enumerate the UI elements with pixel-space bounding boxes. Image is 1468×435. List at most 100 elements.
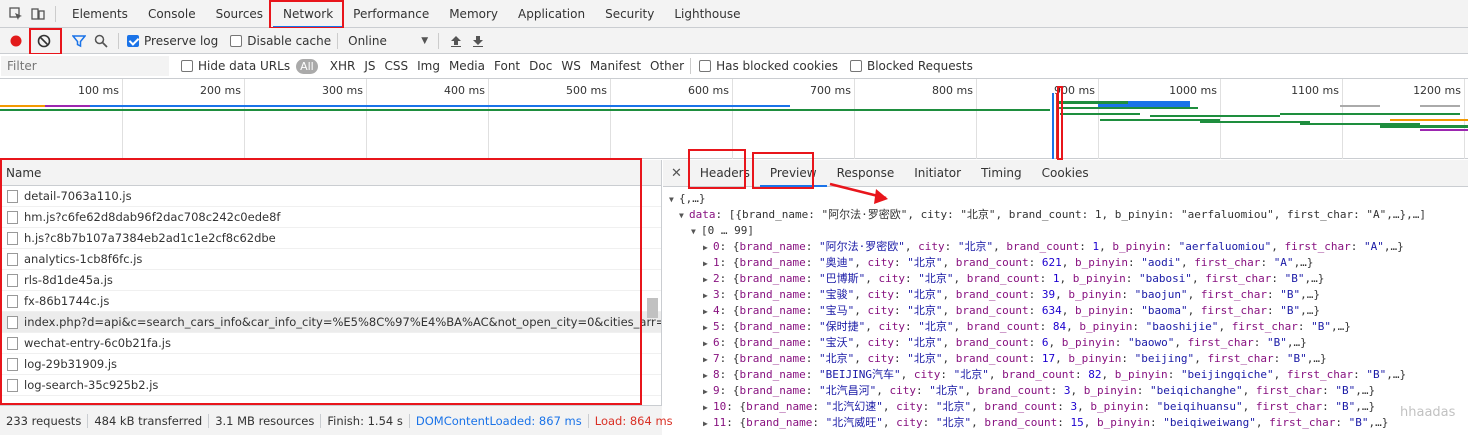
scrollbar-thumb[interactable] xyxy=(647,298,658,318)
filter-type-xhr[interactable]: XHR xyxy=(330,59,356,73)
throttle-select[interactable]: Online ▼ xyxy=(348,34,428,48)
filter-type-doc[interactable]: Doc xyxy=(529,59,552,73)
divider xyxy=(438,32,440,49)
filter-type-ws[interactable]: WS xyxy=(561,59,580,73)
divider xyxy=(690,58,692,74)
highlight-network-tab xyxy=(269,0,344,29)
request-count: 233 requests xyxy=(0,413,89,428)
filter-type-js[interactable]: JS xyxy=(364,59,375,73)
json-item-row[interactable]: ▶ 11: {brand_name: "北汽威旺", city: "北京", br… xyxy=(663,415,1468,431)
throttle-value: Online xyxy=(348,33,387,48)
filter-type-img[interactable]: Img xyxy=(417,59,440,73)
record-icon[interactable] xyxy=(5,30,27,52)
import-har-icon[interactable] xyxy=(445,30,467,52)
hide-data-urls-checkbox[interactable]: Hide data URLs xyxy=(181,59,290,73)
filter-type-all[interactable]: All xyxy=(296,58,318,74)
json-item-row[interactable]: ▶ 3: {brand_name: "宝骏", city: "北京", brand… xyxy=(663,287,1468,303)
resources-size: 3.1 MB resources xyxy=(209,413,322,428)
tab-lighthouse[interactable]: Lighthouse xyxy=(664,0,750,28)
transferred-size: 484 kB transferred xyxy=(88,413,210,428)
expand-triangle-icon: ▶ xyxy=(703,419,708,428)
json-root-row[interactable]: ▼ {,…} xyxy=(663,191,1468,207)
json-item-row[interactable]: ▶ 1: {brand_name: "奥迪", city: "北京", brand… xyxy=(663,255,1468,271)
hide-data-urls-label: Hide data URLs xyxy=(198,59,291,73)
expand-triangle-icon: ▶ xyxy=(703,275,708,284)
expand-triangle-icon: ▶ xyxy=(703,243,708,252)
json-preview: ▼ {,…} ▼ data: [{brand_name: "阿尔法·罗密欧", ci… xyxy=(663,187,1468,431)
search-icon[interactable] xyxy=(90,30,112,52)
inspect-element-icon[interactable] xyxy=(5,3,27,25)
preserve-log-label: Preserve log xyxy=(144,33,219,48)
expand-triangle-icon: ▼ xyxy=(679,211,684,220)
preserve-log-checkbox[interactable]: Preserve log xyxy=(127,34,218,48)
json-item-row[interactable]: ▶ 2: {brand_name: "巴博斯", city: "北京", bran… xyxy=(663,271,1468,287)
tab-performance[interactable]: Performance xyxy=(343,0,439,28)
filter-type-css[interactable]: CSS xyxy=(384,59,408,73)
json-item-row[interactable]: ▶ 6: {brand_name: "宝沃", city: "北京", brand… xyxy=(663,335,1468,351)
device-toolbar-icon[interactable] xyxy=(27,3,49,25)
request-list-scrollbar[interactable] xyxy=(647,190,658,400)
network-status-bar: 233 requests 484 kB transferred 3.1 MB r… xyxy=(0,405,673,435)
expand-triangle-icon: ▶ xyxy=(703,323,708,332)
filter-type-font[interactable]: Font xyxy=(494,59,520,73)
tab-cookies[interactable]: Cookies xyxy=(1032,160,1099,187)
expand-triangle-icon: ▶ xyxy=(703,307,708,316)
highlight-preview-tab xyxy=(752,152,814,189)
waterfall-bars xyxy=(0,93,1468,159)
highlight-request-list xyxy=(0,158,642,405)
filter-bar: Hide data URLs All XHR JS CSS Img Media … xyxy=(0,54,1468,79)
filter-type-other[interactable]: Other xyxy=(650,59,684,73)
divider xyxy=(55,5,56,22)
expand-triangle-icon: ▼ xyxy=(691,227,696,236)
export-har-icon[interactable] xyxy=(467,30,489,52)
filter-icon[interactable] xyxy=(68,30,90,52)
filter-input[interactable] xyxy=(1,56,169,76)
blocked-requests-checkbox[interactable]: Blocked Requests xyxy=(849,59,973,73)
has-blocked-cookies-label: Has blocked cookies xyxy=(716,59,838,73)
tab-elements[interactable]: Elements xyxy=(62,0,138,28)
json-item-row[interactable]: ▶ 9: {brand_name: "北汽昌河", city: "北京", bra… xyxy=(663,383,1468,399)
json-item-row[interactable]: ▶ 4: {brand_name: "宝马", city: "北京", brand… xyxy=(663,303,1468,319)
divider xyxy=(118,32,119,49)
highlight-timeline-marker xyxy=(1057,86,1063,160)
timeline-overview[interactable]: 100 ms 200 ms 300 ms 400 ms 500 ms 600 m… xyxy=(0,79,1468,159)
expand-triangle-icon: ▶ xyxy=(703,387,708,396)
has-blocked-cookies-checkbox[interactable]: Has blocked cookies xyxy=(699,59,838,73)
blocked-requests-label: Blocked Requests xyxy=(866,59,973,73)
request-detail-panel: ✕ Headers Preview Response Initiator Tim… xyxy=(663,160,1468,435)
filter-type-media[interactable]: Media xyxy=(449,59,485,73)
json-item-row[interactable]: ▶ 7: {brand_name: "北京", city: "北京", brand… xyxy=(663,351,1468,367)
filter-type-manifest[interactable]: Manifest xyxy=(590,59,641,73)
tab-timing[interactable]: Timing xyxy=(971,160,1032,187)
dom-content-loaded: DOMContentLoaded: 867 ms xyxy=(410,413,589,428)
json-data-row[interactable]: ▼ data: [{brand_name: "阿尔法·罗密欧", city: "北… xyxy=(663,207,1468,223)
expand-triangle-icon: ▶ xyxy=(703,291,708,300)
network-toolbar: Preserve log Disable cache Online ▼ xyxy=(0,28,1468,54)
tab-console[interactable]: Console xyxy=(138,0,206,28)
json-items: ▶ 0: {brand_name: "阿尔法·罗密欧", city: "北京", … xyxy=(663,239,1468,431)
json-item-row[interactable]: ▶ 10: {brand_name: "北汽幻速", city: "北京", br… xyxy=(663,399,1468,415)
tab-application[interactable]: Application xyxy=(508,0,595,28)
expand-triangle-icon: ▶ xyxy=(703,259,708,268)
expand-triangle-icon: ▼ xyxy=(669,195,674,204)
json-item-row[interactable]: ▶ 5: {brand_name: "保时捷", city: "北京", bran… xyxy=(663,319,1468,335)
tab-initiator[interactable]: Initiator xyxy=(904,160,971,187)
tab-sources[interactable]: Sources xyxy=(206,0,273,28)
expand-triangle-icon: ▶ xyxy=(703,355,708,364)
dropdown-arrow-icon: ▼ xyxy=(421,35,429,46)
json-item-row[interactable]: ▶ 8: {brand_name: "BEIJING汽车", city: "北京"… xyxy=(663,367,1468,383)
close-icon[interactable]: ✕ xyxy=(663,166,690,181)
highlight-headers-tab xyxy=(688,149,746,189)
disable-cache-label: Disable cache xyxy=(247,33,332,48)
json-item-row[interactable]: ▶ 0: {brand_name: "阿尔法·罗密欧", city: "北京", … xyxy=(663,239,1468,255)
annotation-arrow-icon xyxy=(829,182,888,204)
expand-triangle-icon: ▶ xyxy=(703,339,708,348)
expand-triangle-icon: ▶ xyxy=(703,371,708,380)
tab-memory[interactable]: Memory xyxy=(439,0,508,28)
disable-cache-checkbox[interactable]: Disable cache xyxy=(230,34,331,48)
finish-time: Finish: 1.54 s xyxy=(321,413,410,428)
expand-triangle-icon: ▶ xyxy=(703,403,708,412)
json-range-row[interactable]: ▼ [0 … 99] xyxy=(663,223,1468,239)
devtools-tab-bar: Elements Console Sources Network Perform… xyxy=(0,0,1468,28)
tab-security[interactable]: Security xyxy=(595,0,664,28)
